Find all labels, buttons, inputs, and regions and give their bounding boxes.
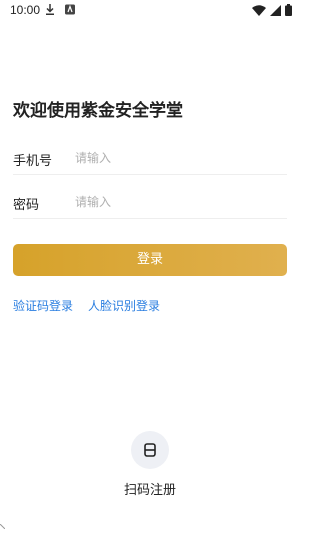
phone-label: 手机号 [13,154,53,169]
app-notification-icon [65,4,75,15]
scan-icon [144,443,156,457]
status-time: 10:00 [10,3,41,17]
wifi-icon [252,4,266,16]
page-title: 欢迎使用紫金安全学堂 [13,101,183,121]
status-right-icons [252,4,292,16]
password-input[interactable] [75,190,275,214]
sms-login-link[interactable]: 验证码登录 [13,297,73,314]
battery-icon [285,4,292,16]
face-login-link[interactable]: 人脸识别登录 [88,297,160,314]
corner-mark [0,524,5,529]
password-label: 密码 [13,198,40,213]
login-button[interactable]: 登录 [13,244,287,276]
scan-register-button[interactable] [131,431,169,469]
signal-icon [270,4,281,16]
phone-input[interactable] [75,146,275,170]
status-bar: 10:00 [0,0,300,22]
password-field-row: 密码 [13,188,287,219]
download-icon [46,4,54,15]
scan-register-label[interactable]: 扫码注册 [0,479,300,498]
phone-field-row: 手机号 [13,144,287,175]
